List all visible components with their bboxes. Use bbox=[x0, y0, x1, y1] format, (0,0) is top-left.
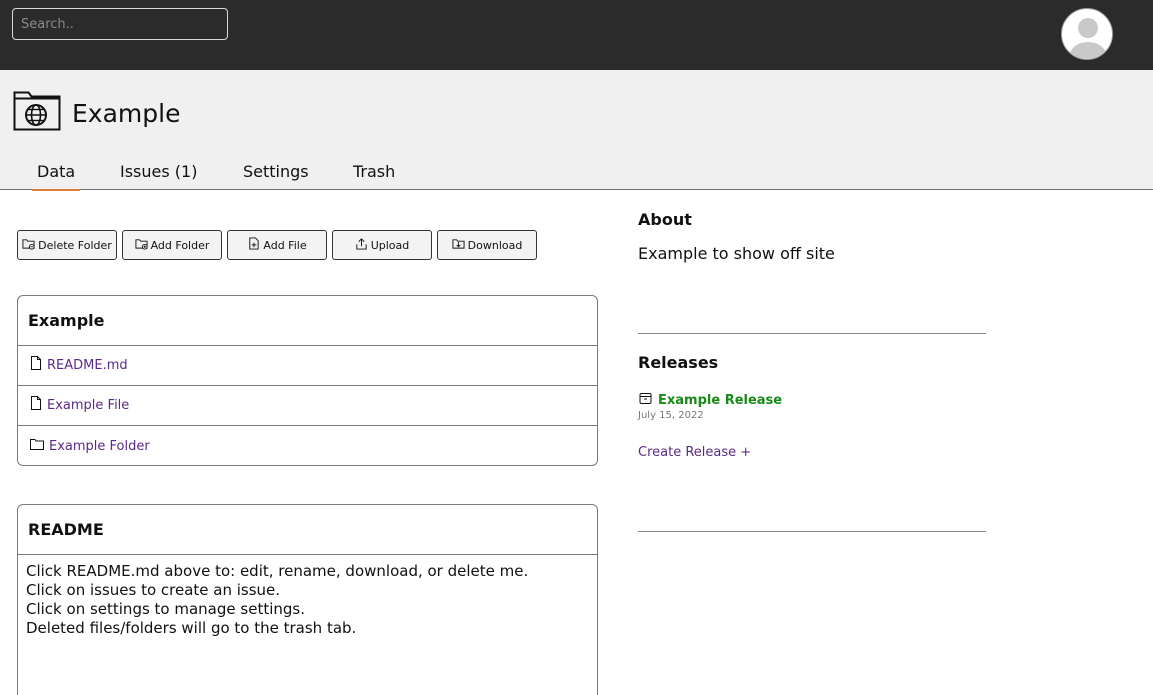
folder-plus-icon bbox=[135, 238, 148, 250]
divider bbox=[638, 531, 986, 532]
delete-folder-button[interactable]: Delete Folder bbox=[17, 230, 117, 260]
file-plus-icon bbox=[249, 236, 259, 250]
file-browser-title: Example bbox=[18, 296, 597, 346]
release-date: July 15, 2022 bbox=[638, 410, 704, 421]
file-link[interactable]: Example File bbox=[47, 398, 129, 413]
add-folder-button[interactable]: Add Folder bbox=[122, 230, 222, 260]
releases-heading: Releases bbox=[638, 353, 719, 372]
add-folder-label: Add Folder bbox=[150, 238, 210, 252]
release-link[interactable]: Example Release bbox=[658, 393, 782, 408]
folder-minus-icon bbox=[22, 238, 35, 250]
tab-bar: Data Issues (1) Settings Trash bbox=[0, 162, 500, 191]
folder-download-icon bbox=[452, 238, 465, 249]
file-icon bbox=[31, 356, 41, 370]
tab-data[interactable]: Data bbox=[31, 162, 81, 191]
top-bar bbox=[0, 0, 1153, 70]
repo-header: Example Data Issues (1) Settings Trash bbox=[0, 70, 1153, 191]
file-row[interactable]: Example File bbox=[18, 386, 597, 426]
readme-line: Click on issues to create an issue. bbox=[26, 581, 281, 599]
add-file-label: Add File bbox=[263, 238, 307, 252]
file-link[interactable]: README.md bbox=[47, 358, 128, 373]
upload-button[interactable]: Upload bbox=[332, 230, 432, 260]
download-button[interactable]: Download bbox=[437, 230, 537, 260]
folder-icon bbox=[30, 438, 44, 450]
readme-line: Click README.md above to: edit, rename, … bbox=[26, 562, 529, 580]
file-icon bbox=[31, 396, 41, 410]
readme-title: README bbox=[18, 505, 597, 555]
readme-panel: README Click README.md above to: edit, r… bbox=[17, 504, 598, 695]
about-heading: About bbox=[638, 210, 692, 229]
tab-issues[interactable]: Issues (1) bbox=[120, 162, 197, 190]
archive-icon bbox=[639, 393, 652, 404]
readme-content: Click README.md above to: edit, rename, … bbox=[18, 555, 597, 645]
readme-line: Click on settings to manage settings. bbox=[26, 600, 305, 618]
folder-link[interactable]: Example Folder bbox=[49, 439, 150, 454]
download-label: Download bbox=[467, 238, 523, 252]
user-icon bbox=[1070, 18, 1106, 59]
file-browser: Example README.md Example File Example F… bbox=[17, 295, 598, 466]
avatar[interactable] bbox=[1061, 8, 1113, 60]
folder-row[interactable]: Example Folder bbox=[18, 426, 597, 465]
search-input[interactable] bbox=[12, 8, 228, 40]
divider bbox=[638, 333, 986, 334]
upload-icon bbox=[356, 237, 367, 250]
add-file-button[interactable]: Add File bbox=[227, 230, 327, 260]
about-description: Example to show off site bbox=[638, 244, 835, 263]
readme-line: Deleted files/folders will go to the tra… bbox=[26, 619, 357, 637]
tab-trash[interactable]: Trash bbox=[353, 162, 395, 190]
file-row[interactable]: README.md bbox=[18, 346, 597, 386]
create-release-link[interactable]: Create Release + bbox=[638, 445, 751, 460]
delete-folder-label: Delete Folder bbox=[38, 238, 112, 252]
upload-label: Upload bbox=[370, 238, 410, 252]
globe-folder-icon bbox=[13, 91, 61, 131]
page-title: Example bbox=[72, 99, 181, 128]
tab-settings[interactable]: Settings bbox=[243, 162, 309, 190]
